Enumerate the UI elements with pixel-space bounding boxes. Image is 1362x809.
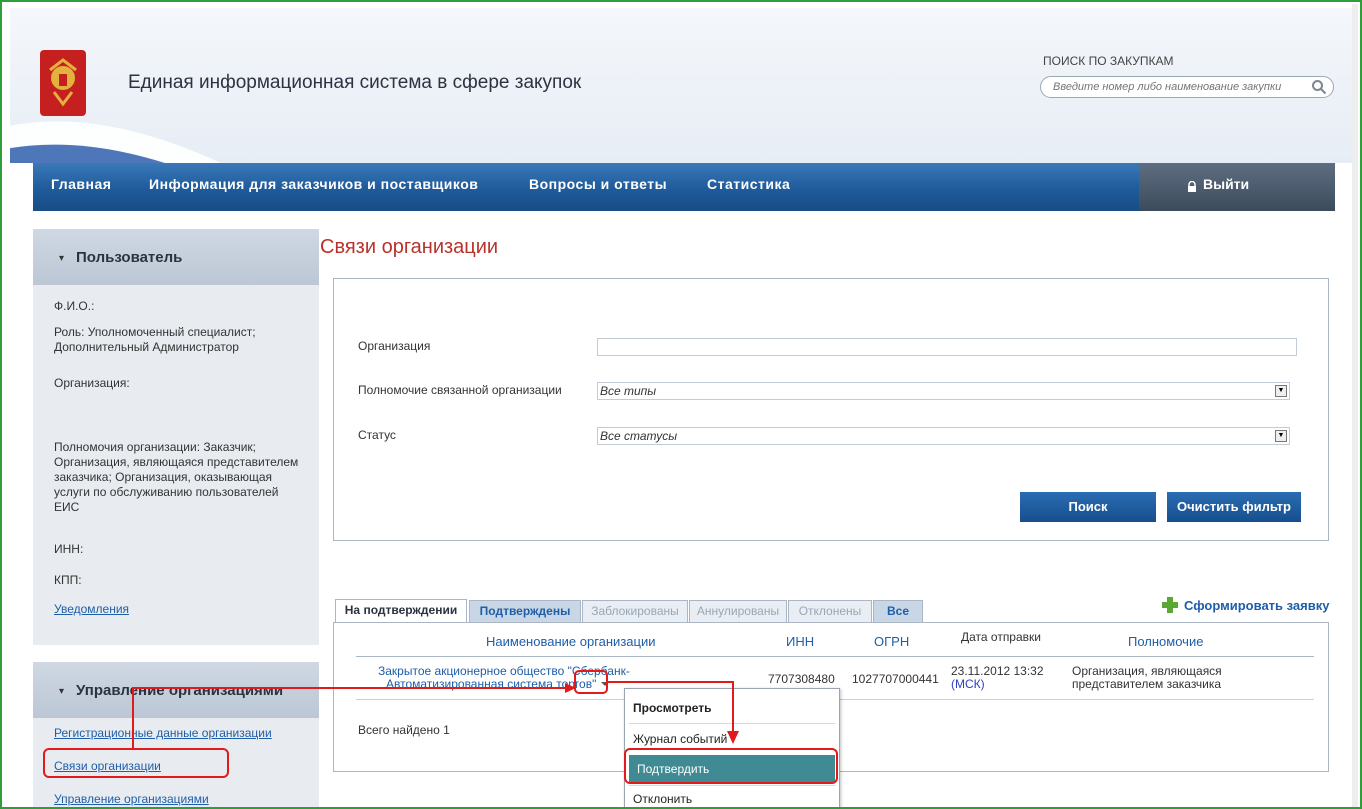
tab-confirmed[interactable]: Подтверждены <box>469 600 581 623</box>
total-found: Всего найдено 1 <box>358 723 450 737</box>
search-box <box>1040 76 1334 98</box>
page-scrollbar[interactable] <box>1352 4 1358 807</box>
user-panel-title: Пользователь <box>76 249 183 266</box>
dropdown-arrow-icon[interactable]: ▼ <box>1275 385 1287 397</box>
search-icon[interactable] <box>1311 79 1327 95</box>
sidebar-item-org-management[interactable]: Управление организациями <box>54 792 209 806</box>
filter-panel: Организация Полномочие связанной организ… <box>333 278 1329 541</box>
logout-button[interactable]: Выйти <box>1139 163 1335 211</box>
row-inn: 7707308480 <box>768 672 835 686</box>
search-caption: ПОИСК ПО ЗАКУПКАМ <box>1043 54 1174 68</box>
row-ogrn: 1027707000441 <box>852 672 939 686</box>
plus-icon <box>1162 597 1178 613</box>
tab-pending[interactable]: На подтверждении <box>335 599 467 623</box>
user-kpp: КПП: <box>54 573 82 587</box>
menu-item-view[interactable]: Просмотреть <box>625 694 839 722</box>
browser-frame: Единая информационная система в сфере за… <box>0 0 1362 809</box>
notifications-link[interactable]: Уведомления <box>54 602 304 617</box>
main-nav: Главная Информация для заказчиков и пост… <box>33 163 1335 211</box>
authority-label: Полномочие связанной организации <box>358 383 562 397</box>
menu-divider <box>629 723 835 724</box>
col-inn: ИНН <box>786 634 815 649</box>
page-title: Связи организации <box>320 236 499 258</box>
highlight-org-links <box>43 748 229 778</box>
status-select[interactable]: Все статусы ▼ <box>597 427 1290 445</box>
lock-icon <box>1188 181 1196 192</box>
header-divider <box>356 656 1314 657</box>
clear-filter-button[interactable]: Очистить фильтр <box>1167 492 1301 522</box>
create-request-link[interactable]: Сформировать заявку <box>1162 597 1330 613</box>
col-authority: Полномочие <box>1128 634 1204 649</box>
chevron-down-icon: ▾ <box>59 253 65 264</box>
user-panel: ▾ Пользователь Ф.И.О.: Роль: Уполномочен… <box>33 229 319 645</box>
authority-select[interactable]: Все типы ▼ <box>597 382 1290 400</box>
authority-select-value: Все типы <box>600 384 657 398</box>
nav-faq[interactable]: Вопросы и ответы <box>529 176 667 192</box>
menu-item-reject[interactable]: Отклонить <box>625 785 839 807</box>
tab-rejected[interactable]: Отклонены <box>788 600 872 623</box>
user-fio: Ф.И.О.: <box>54 299 95 313</box>
search-button[interactable]: Поиск <box>1020 492 1156 522</box>
create-request-label: Сформировать заявку <box>1184 598 1330 613</box>
row-org-name-2[interactable]: Автоматизированная система торгов" <box>386 678 596 691</box>
status-label: Статус <box>358 428 396 442</box>
user-inn: ИНН: <box>54 542 84 556</box>
nav-home[interactable]: Главная <box>51 176 111 192</box>
coat-of-arms-icon <box>40 50 86 116</box>
dropdown-arrow-icon[interactable]: ▼ <box>1275 430 1287 442</box>
highlight-row-menu <box>574 670 608 694</box>
tab-annulled[interactable]: Аннулированы <box>689 600 787 623</box>
row-timezone: (МСК) <box>951 677 985 691</box>
user-panel-header[interactable]: ▾ Пользователь <box>33 229 319 285</box>
user-powers: Полномочия организации: Заказчик; Органи… <box>54 440 299 514</box>
search-input[interactable] <box>1053 77 1315 97</box>
nav-statistics[interactable]: Статистика <box>707 176 790 192</box>
sidebar-item-registration[interactable]: Регистрационные данные организации <box>54 726 272 740</box>
tab-all[interactable]: Все <box>873 600 923 623</box>
org-panel-title: Управление организациями <box>76 682 284 699</box>
chevron-down-icon: ▾ <box>59 686 65 697</box>
user-role: Роль: Уполномоченный специалист; Дополни… <box>54 325 256 354</box>
tab-blocked[interactable]: Заблокированы <box>582 600 688 623</box>
organization-label: Организация <box>358 339 431 353</box>
site-title: Единая информационная система в сфере за… <box>128 72 582 93</box>
col-ogrn: ОГРН <box>874 634 910 649</box>
row-authority-2: представителем заказчика <box>1072 677 1222 691</box>
highlight-confirm <box>624 748 838 784</box>
col-date: Дата отправки <box>961 630 1041 644</box>
col-org-name: Наименование организации <box>486 634 656 649</box>
user-organization: Организация: <box>54 376 130 390</box>
status-select-value: Все статусы <box>600 429 678 443</box>
logout-label: Выйти <box>1203 176 1250 192</box>
organization-field[interactable] <box>597 338 1297 356</box>
nav-info[interactable]: Информация для заказчиков и поставщиков <box>149 176 478 192</box>
site-header: Единая информационная система в сфере за… <box>10 8 1356 163</box>
org-panel-header[interactable]: ▾ Управление организациями <box>33 662 319 718</box>
